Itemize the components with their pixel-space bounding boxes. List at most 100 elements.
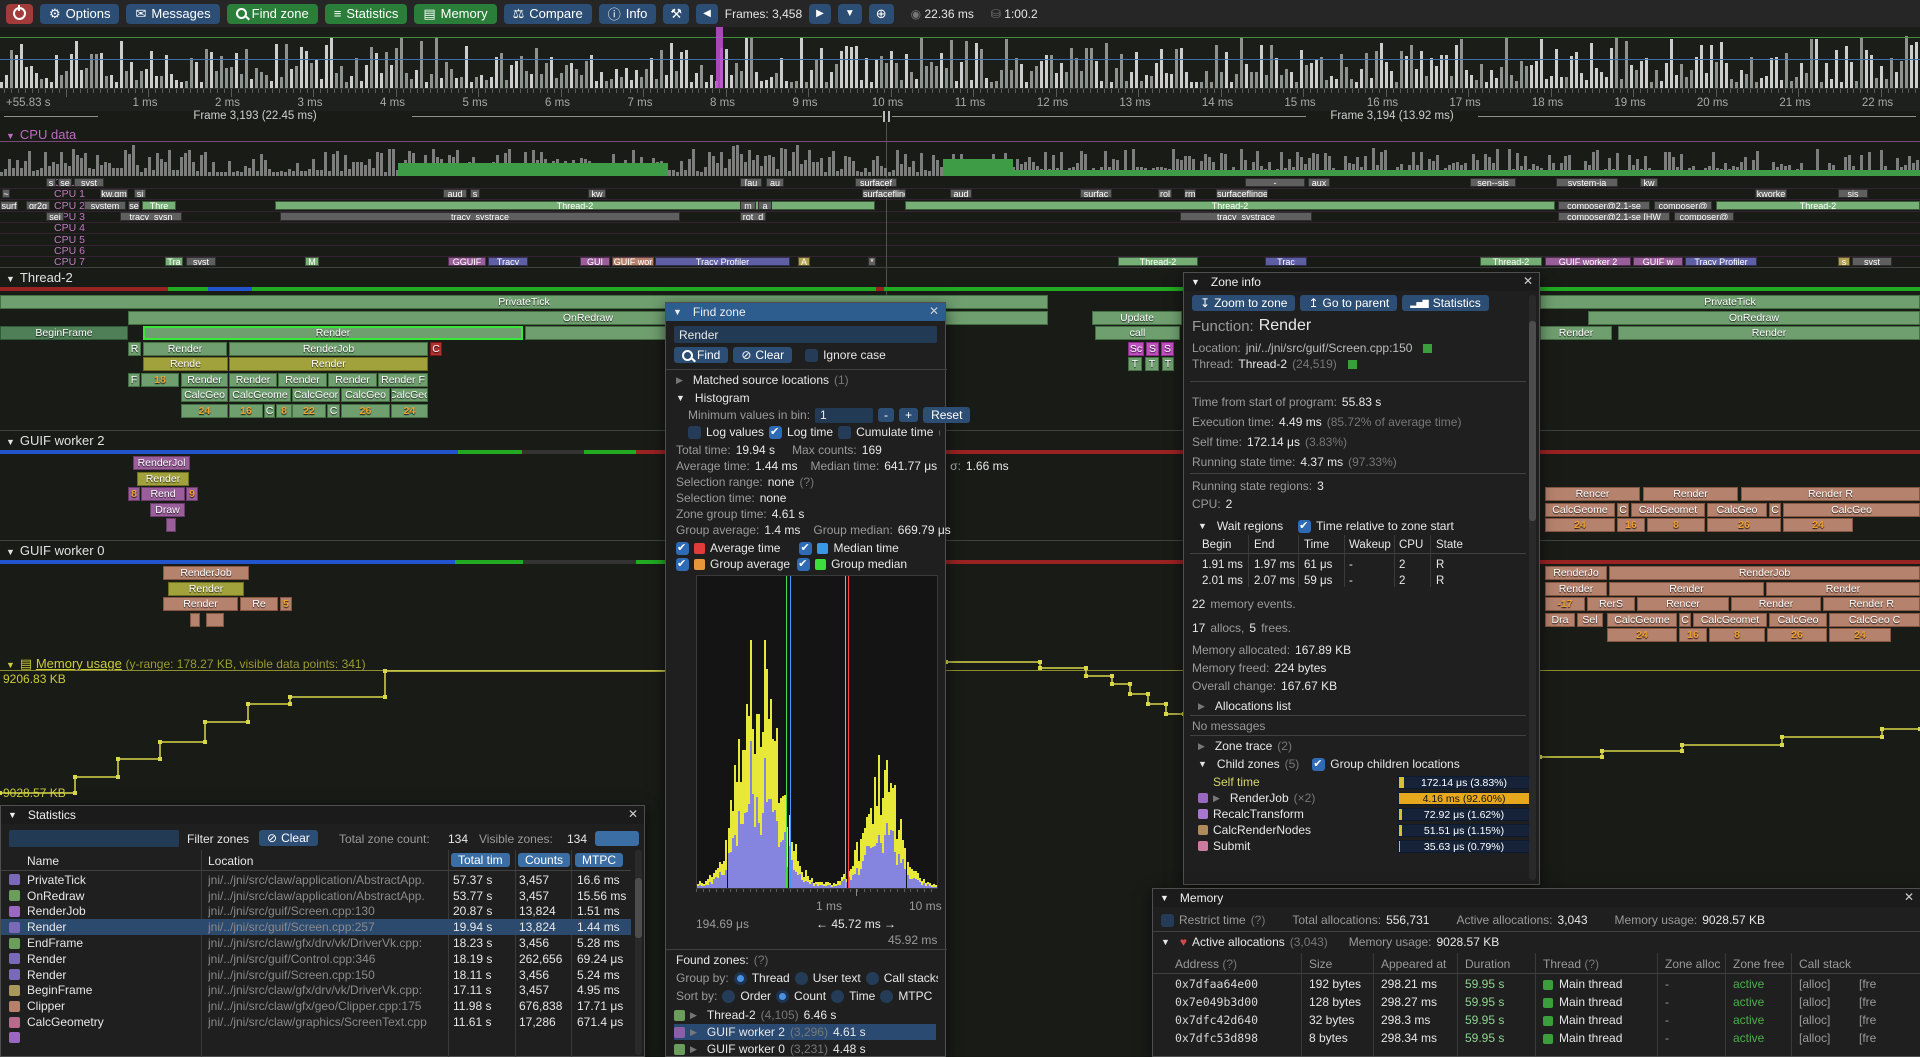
statistics-row[interactable]: Renderjni/../jni/src/guif/Control.cpp:34… bbox=[1, 951, 631, 967]
radio-user-text[interactable] bbox=[795, 972, 808, 985]
free-callstack[interactable]: [fre bbox=[1859, 995, 1876, 1009]
allocation-row[interactable]: 0x7e049b3d00128 bytes298.27 ms59.95 sMai… bbox=[1153, 995, 1920, 1013]
alloc-callstack[interactable]: [alloc] bbox=[1799, 1031, 1830, 1045]
close-icon[interactable]: ✕ bbox=[929, 304, 939, 318]
avg-time-checkbox[interactable] bbox=[676, 542, 689, 555]
group-median-checkbox[interactable] bbox=[797, 558, 810, 571]
find-button[interactable]: Find bbox=[674, 347, 728, 363]
alloc-appeared[interactable]: 298.27 ms bbox=[1381, 995, 1437, 1009]
column-name[interactable]: Name bbox=[27, 854, 59, 868]
close-icon[interactable]: ✕ bbox=[628, 807, 638, 821]
reset-button[interactable]: Reset bbox=[923, 407, 970, 423]
statistics-scrollbar[interactable] bbox=[635, 850, 642, 1055]
histogram-plot[interactable] bbox=[696, 575, 938, 889]
allocation-row[interactable]: 0x7dfc42d64032 bytes298.3 ms59.95 sMain … bbox=[1153, 1013, 1920, 1031]
allocations-list[interactable]: ▶Allocations list bbox=[1198, 699, 1291, 713]
child-zones-header[interactable]: ▼Child zones(5)Group children locations bbox=[1198, 757, 1460, 771]
zone-search-input[interactable] bbox=[674, 326, 937, 343]
location-row[interactable]: Location:jni/../jni/src/guif/Screen.cpp:… bbox=[1192, 341, 1432, 355]
alloc-callstack[interactable]: [alloc] bbox=[1799, 1013, 1830, 1027]
bin-plus-button[interactable]: + bbox=[899, 408, 918, 422]
child-zone-row[interactable]: RecalcTransform72.92 μs (1.62%) bbox=[1198, 807, 1528, 821]
alloc-callstack[interactable]: [alloc] bbox=[1799, 995, 1830, 1009]
active-allocations-header[interactable]: ▼ ♥ Active allocations(3,043) Memory usa… bbox=[1161, 935, 1499, 949]
free-callstack[interactable]: [fre bbox=[1859, 1013, 1876, 1027]
min-bin-input[interactable] bbox=[815, 408, 873, 423]
group-children-checkbox[interactable] bbox=[1312, 758, 1325, 771]
free-callstack[interactable]: [fre bbox=[1859, 977, 1876, 991]
wait-regions-header[interactable]: ▼Wait regionsTime relative to zone start bbox=[1198, 519, 1454, 533]
radio-time[interactable] bbox=[831, 990, 844, 1003]
statistics-row[interactable]: Clipperjni/../jni/src/claw/gfx/geo/Clipp… bbox=[1, 998, 631, 1014]
group-avg-checkbox[interactable] bbox=[676, 558, 689, 571]
median-time-checkbox[interactable] bbox=[799, 542, 812, 555]
alloc-appeared[interactable]: 298.21 ms bbox=[1381, 977, 1437, 991]
radio-mtpc[interactable] bbox=[880, 990, 893, 1003]
alloc-appeared[interactable]: 298.3 ms bbox=[1381, 1013, 1430, 1027]
statistics-row[interactable]: Renderjni/../jni/src/guif/Screen.cpp:150… bbox=[1, 967, 631, 983]
statistics-row[interactable]: OnRedrawjni/../jni/src/claw/application/… bbox=[1, 888, 631, 904]
statistics-row[interactable]: Renderjni/../jni/src/guif/Screen.cpp:257… bbox=[1, 919, 631, 935]
relative-time-checkbox[interactable] bbox=[1298, 520, 1311, 533]
found-zone-group[interactable]: ▶Thread-2(4,105)6.46 s bbox=[674, 1007, 936, 1023]
zone-info-scrollbar[interactable] bbox=[1529, 295, 1536, 880]
alloc-address[interactable]: 0x7dfaa64e00 bbox=[1175, 977, 1258, 991]
radio-order[interactable] bbox=[722, 990, 735, 1003]
column-mtpc[interactable]: MTPC bbox=[575, 853, 623, 867]
statistics-row[interactable]: PrivateTickjni/../jni/src/claw/applicati… bbox=[1, 872, 631, 888]
zone-statistics-button[interactable]: ▂▅▇Statistics bbox=[1402, 295, 1488, 311]
alloc-address[interactable]: 0x7dfc42d640 bbox=[1175, 1013, 1258, 1027]
alloc-col-header[interactable]: Zone free bbox=[1733, 957, 1784, 971]
child-zone-row[interactable]: ▶RenderJob(×2)4.16 ms (92.60%) bbox=[1198, 791, 1528, 805]
allocation-row[interactable]: 0x7dfaa64e00192 bytes298.21 ms59.95 sMai… bbox=[1153, 977, 1920, 995]
bin-minus-button[interactable]: - bbox=[878, 408, 894, 422]
free-callstack[interactable]: [fre bbox=[1859, 1031, 1876, 1045]
alloc-col-header[interactable]: Duration bbox=[1465, 957, 1510, 971]
restrict-time-checkbox[interactable] bbox=[1161, 914, 1174, 927]
alloc-address[interactable]: 0x7e049b3d00 bbox=[1175, 995, 1258, 1009]
alloc-appeared[interactable]: 298.34 ms bbox=[1381, 1031, 1437, 1045]
allocation-row[interactable]: 0x7dfc53d8988 bytes298.34 ms59.95 sMain … bbox=[1153, 1031, 1920, 1049]
clear-button[interactable]: ⊘Clear bbox=[733, 347, 792, 363]
zone-info-titlebar[interactable]: ▼Zone info✕ bbox=[1184, 273, 1539, 291]
clipped-button[interactable] bbox=[595, 831, 639, 846]
radio-thread[interactable] bbox=[734, 972, 747, 985]
go-to-parent-button[interactable]: ↥Go to parent bbox=[1300, 295, 1397, 311]
alloc-address[interactable]: 0x7dfc53d898 bbox=[1175, 1031, 1258, 1045]
wait-col-header[interactable]: CPU bbox=[1399, 539, 1423, 551]
child-zone-row[interactable]: Submit35.63 μs (0.79%) bbox=[1198, 839, 1528, 853]
radio-call-stacks[interactable] bbox=[866, 972, 879, 985]
alloc-col-header[interactable]: Size bbox=[1309, 957, 1332, 971]
ignore-case-checkbox[interactable] bbox=[805, 349, 818, 362]
histogram-section[interactable]: ▼Histogram bbox=[676, 391, 750, 405]
alloc-col-header[interactable]: Address (?) bbox=[1175, 957, 1237, 971]
wait-col-header[interactable]: State bbox=[1436, 539, 1463, 551]
wait-col-header[interactable]: Wakeup bbox=[1349, 539, 1391, 551]
cumulate-time-checkbox[interactable] bbox=[838, 426, 851, 439]
alloc-col-header[interactable]: Zone alloc bbox=[1665, 957, 1720, 971]
clear-filter-button[interactable]: ⊘Clear bbox=[259, 830, 318, 846]
close-icon[interactable]: ✕ bbox=[1904, 890, 1914, 904]
child-zone-row[interactable]: CalcRenderNodes51.51 μs (1.15%) bbox=[1198, 823, 1528, 837]
matched-source-locations[interactable]: ▶Matched source locations(1) bbox=[676, 373, 849, 387]
alloc-col-header[interactable]: Thread (?) bbox=[1543, 957, 1599, 971]
statistics-row[interactable]: EndFramejni/../jni/src/claw/gfx/drv/vk/D… bbox=[1, 935, 631, 951]
found-zone-group[interactable]: ▶GUIF worker 0(3,231)4.48 s bbox=[674, 1041, 936, 1057]
alloc-col-header[interactable]: Call stack bbox=[1799, 957, 1851, 971]
log-time-checkbox[interactable] bbox=[769, 426, 782, 439]
zone-trace[interactable]: ▶Zone trace(2) bbox=[1198, 739, 1292, 753]
find-zone-titlebar[interactable]: ▼Find zone✕ bbox=[666, 303, 945, 321]
zoom-to-zone-button[interactable]: ↧Zoom to zone bbox=[1192, 295, 1295, 311]
column-counts[interactable]: Counts bbox=[518, 853, 570, 867]
column-total-time[interactable]: Total tim bbox=[451, 853, 510, 867]
wait-col-header[interactable]: Begin bbox=[1202, 539, 1231, 551]
found-zone-group[interactable]: ▶GUIF worker 2(3,296)4.61 s bbox=[674, 1024, 936, 1040]
column-location[interactable]: Location bbox=[208, 854, 253, 868]
statistics-titlebar[interactable]: ▼Statistics✕ bbox=[1, 806, 644, 824]
alloc-callstack[interactable]: [alloc] bbox=[1799, 977, 1830, 991]
close-icon[interactable]: ✕ bbox=[1523, 274, 1533, 288]
statistics-row[interactable]: BeginFramejni/../jni/src/claw/gfx/drv/vk… bbox=[1, 983, 631, 999]
statistics-row[interactable] bbox=[1, 1030, 631, 1046]
statistics-row[interactable]: CalcGeometryjni/../jni/src/claw/graphics… bbox=[1, 1014, 631, 1030]
wait-col-header[interactable]: End bbox=[1254, 539, 1274, 551]
